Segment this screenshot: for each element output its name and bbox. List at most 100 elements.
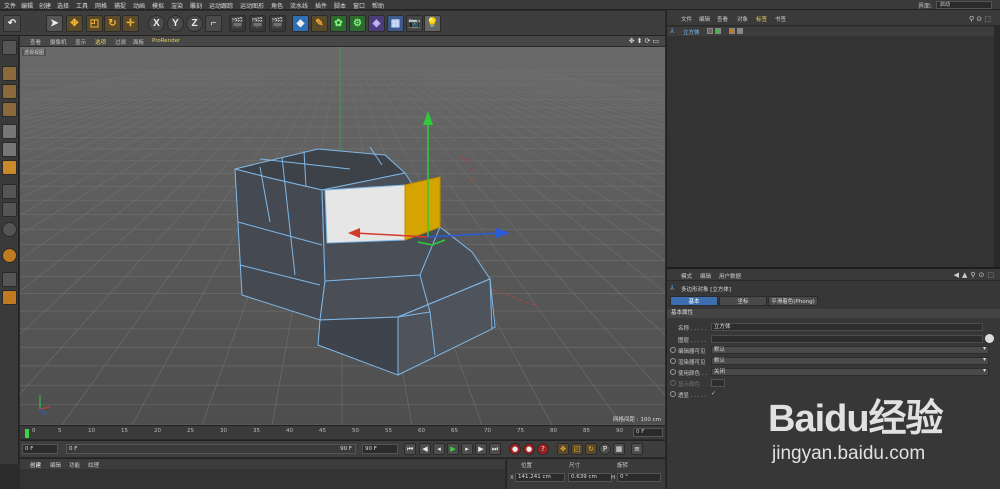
- goto-end-icon[interactable]: ⏭: [489, 443, 501, 455]
- viewport-menu-filter[interactable]: 过滤: [115, 38, 126, 46]
- om-menu-objects[interactable]: 对象: [737, 15, 748, 23]
- menu-plugins[interactable]: 插件: [315, 1, 327, 10]
- select-arrow-icon[interactable]: ➤: [46, 15, 63, 32]
- menu-animate[interactable]: 动画: [133, 1, 145, 10]
- size-x-field[interactable]: 0.639 cm: [568, 473, 612, 482]
- material-menu-create[interactable]: 创建: [30, 461, 41, 469]
- coordinate-system-icon[interactable]: ⌐: [205, 15, 222, 32]
- axis-x-button[interactable]: X: [148, 15, 165, 32]
- name-field[interactable]: 立方体: [711, 323, 983, 331]
- light-icon[interactable]: 💡: [424, 15, 441, 32]
- keyframe-selection-icon[interactable]: ?: [537, 443, 549, 455]
- generator-icon[interactable]: ⚙: [349, 15, 366, 32]
- menu-file[interactable]: 文件: [4, 1, 16, 10]
- material-menu-edit[interactable]: 编辑: [50, 461, 61, 469]
- tab-coordinates[interactable]: 坐标: [719, 296, 767, 306]
- tab-basic[interactable]: 基本: [670, 296, 718, 306]
- model-mode-icon[interactable]: [2, 66, 17, 81]
- tweak-mode-icon[interactable]: [2, 202, 17, 217]
- make-editable-icon[interactable]: [2, 40, 17, 55]
- subdivision-icon[interactable]: ✿: [330, 15, 347, 32]
- menu-mograph[interactable]: 运动图形: [240, 1, 264, 10]
- menu-motion-tracking[interactable]: 运动跟踪: [209, 1, 233, 10]
- axis-mode-icon[interactable]: [2, 184, 17, 199]
- points-mode-icon[interactable]: [2, 124, 17, 139]
- deformer-icon[interactable]: ◈: [368, 15, 385, 32]
- render-view-icon[interactable]: 🎬: [229, 15, 246, 32]
- layer-picker-icon[interactable]: [985, 334, 994, 343]
- menu-help[interactable]: 帮助: [372, 1, 384, 10]
- position-x-field[interactable]: 141.241 cm: [515, 473, 565, 482]
- next-frame-icon[interactable]: ▸: [461, 443, 473, 455]
- object-row-cube[interactable]: ⅄ 立方体: [667, 27, 1000, 36]
- rotation-h-field[interactable]: 0 °: [617, 473, 661, 482]
- goto-start-icon[interactable]: ⏮: [404, 443, 416, 455]
- axis-z-button[interactable]: Z: [186, 15, 203, 32]
- edges-mode-icon[interactable]: [2, 142, 17, 157]
- menu-create[interactable]: 创建: [39, 1, 51, 10]
- cube-object-icon[interactable]: ◆: [292, 15, 309, 32]
- move-icon[interactable]: ✥: [66, 15, 83, 32]
- render-picture-viewer-icon[interactable]: 🎬: [249, 15, 266, 32]
- attr-menu-mode[interactable]: 模式: [681, 272, 692, 280]
- attr-menu-userdata[interactable]: 用户数据: [719, 272, 741, 280]
- live-select-icon[interactable]: ✛: [122, 15, 139, 32]
- phong-tag-icon[interactable]: [729, 28, 735, 34]
- key-scale-icon[interactable]: ◰: [571, 443, 583, 455]
- floor-icon[interactable]: ▦: [387, 15, 404, 32]
- frame-range-slider[interactable]: 0 F 90 F: [66, 444, 356, 454]
- timeline[interactable]: 0 5 10 15 20 25 30 35 40 45 50 55 60 65 …: [20, 425, 665, 439]
- viewport-menu-options[interactable]: 选项: [95, 38, 106, 46]
- auto-keying-icon[interactable]: ●: [523, 443, 535, 455]
- menu-pipeline[interactable]: 流水线: [290, 1, 308, 10]
- selected-polygon-face[interactable]: [324, 184, 406, 244]
- menu-snap[interactable]: 捕捉: [114, 1, 126, 10]
- key-pla-icon[interactable]: ▦: [613, 443, 625, 455]
- viewport-menu-display[interactable]: 显示: [75, 38, 86, 46]
- animate-dot-icon[interactable]: [670, 347, 676, 353]
- viewport-navigation-icons[interactable]: ✥⬍⟳▭: [629, 37, 661, 45]
- key-rotation-icon[interactable]: ↻: [585, 443, 597, 455]
- menu-character[interactable]: 角色: [271, 1, 283, 10]
- axis-y-button[interactable]: Y: [167, 15, 184, 32]
- viewport-menu-panel[interactable]: 面板: [133, 38, 144, 46]
- menu-sculpt[interactable]: 雕刻: [190, 1, 202, 10]
- material-area[interactable]: [20, 469, 505, 489]
- polygons-mode-icon[interactable]: [2, 160, 17, 175]
- timeline-options-icon[interactable]: ≡: [631, 443, 643, 455]
- camera-icon[interactable]: 📷: [406, 15, 423, 32]
- animate-dot-icon[interactable]: [670, 369, 676, 375]
- xray-checkbox[interactable]: ✓: [711, 390, 716, 397]
- om-menu-tags[interactable]: 标签: [756, 15, 767, 23]
- perspective-viewport[interactable]: 透视视图 网格间距 : 100 cm: [20, 47, 665, 425]
- undo-icon[interactable]: ↶: [3, 15, 21, 32]
- render-visible-dropdown[interactable]: 默认: [711, 357, 989, 365]
- prev-frame-icon[interactable]: ◂: [433, 443, 445, 455]
- snap-icon[interactable]: [2, 222, 17, 237]
- menu-render[interactable]: 渲染: [171, 1, 183, 10]
- menu-window[interactable]: 窗口: [353, 1, 365, 10]
- menu-simulate[interactable]: 模拟: [152, 1, 164, 10]
- rotate-icon[interactable]: ↻: [104, 15, 121, 32]
- visibility-editor-icon[interactable]: [707, 28, 713, 34]
- om-menu-edit[interactable]: 编辑: [699, 15, 710, 23]
- editor-visible-dropdown[interactable]: 默认: [711, 346, 989, 354]
- attr-navigation-icons[interactable]: ◀▲⚲⊙⬚: [954, 271, 997, 279]
- timeline-current-frame-marker[interactable]: [25, 429, 29, 438]
- object-name[interactable]: 立方体: [683, 28, 700, 36]
- viewport-menu-prorender[interactable]: ProRender: [152, 38, 180, 44]
- pen-spline-icon[interactable]: ✎: [311, 15, 328, 32]
- texture-mode-icon[interactable]: [2, 84, 17, 99]
- om-toolbar-icons[interactable]: ⚲ ⊙ ⬚: [969, 15, 991, 23]
- menu-tools[interactable]: 工具: [76, 1, 88, 10]
- record-keys-icon[interactable]: ●: [509, 443, 521, 455]
- tab-phong[interactable]: 平滑着色(Phong): [768, 296, 818, 306]
- menu-mesh[interactable]: 网格: [95, 1, 107, 10]
- layer-field[interactable]: [711, 335, 983, 343]
- current-frame-field[interactable]: 0 F: [22, 444, 58, 454]
- scale-icon[interactable]: ◰: [86, 15, 103, 32]
- display-color-swatch[interactable]: [711, 379, 725, 387]
- timeline-end-frame[interactable]: 0 F: [633, 428, 663, 437]
- planar-workplane-icon[interactable]: [2, 290, 17, 305]
- om-menu-bookmarks[interactable]: 书签: [775, 15, 786, 23]
